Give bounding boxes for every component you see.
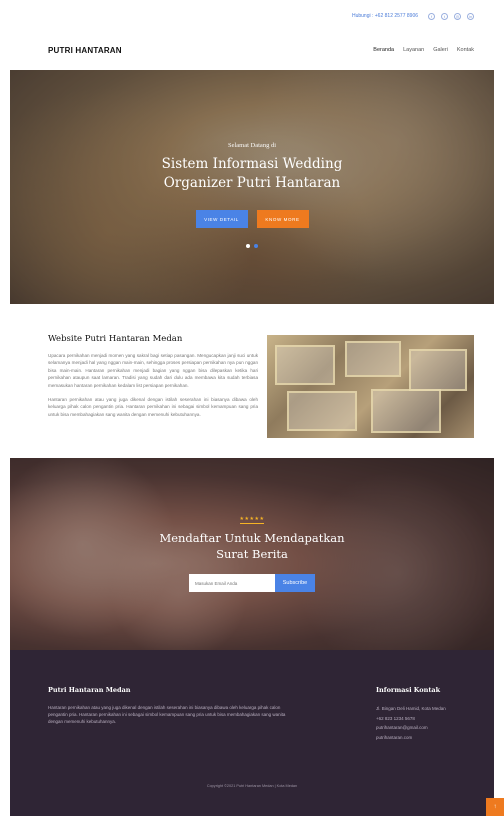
brand-logo[interactable]: PUTRI HANTARAN xyxy=(48,46,122,55)
nav-item-kontak[interactable]: Kontak xyxy=(457,47,474,53)
email-input[interactable] xyxy=(189,574,275,592)
rating-stars: ★★★★★ xyxy=(239,516,265,522)
carousel-dot-2[interactable] xyxy=(254,244,258,248)
newsletter-section: ★★★★★ Mendaftar Untuk Mendapatkan Surat … xyxy=(10,458,494,650)
about-paragraph-2: Hantaran pernikahan atau yang juga diken… xyxy=(48,397,258,417)
contact-list: Jl. Bingan Deli Hamid, Kota Medan +62 82… xyxy=(376,704,486,742)
hero-title: Sistem Informasi Wedding Organizer Putri… xyxy=(161,156,343,191)
back-to-top-button[interactable]: ↑ xyxy=(486,798,504,816)
hero-carousel: Selamat Datang di Sistem Informasi Weddi… xyxy=(10,70,494,304)
contact-title: Informasi Kontak xyxy=(376,686,441,694)
newsletter-title: Mendaftar Untuk Mendapatkan Surat Berita xyxy=(159,531,345,561)
facebook-icon[interactable]: f xyxy=(428,12,435,20)
contact-address: Jl. Bingan Deli Hamid, Kota Medan xyxy=(376,706,446,711)
instagram-icon[interactable]: ◎ xyxy=(454,12,461,20)
nav-item-beranda[interactable]: Beranda xyxy=(373,47,394,53)
footer-title: Putri Hantaran Medan xyxy=(48,686,131,694)
main-nav: Beranda Layanan Galeri Kontak xyxy=(373,47,474,53)
linkedin-icon[interactable]: in xyxy=(467,12,474,20)
carousel-indicators xyxy=(246,244,258,248)
footer: Putri Hantaran Medan Hantaran pernikahan… xyxy=(10,650,494,816)
topbar: Hubungi : +62 812 2577 8906 f t ◎ in xyxy=(0,0,504,32)
stars-underline xyxy=(240,523,264,524)
hero-welcome: Selamat Datang di xyxy=(227,142,276,149)
carousel-dot-1[interactable] xyxy=(246,244,250,248)
about-section: Website Putri Hantaran Medan Upacara per… xyxy=(48,334,474,438)
newsletter-form: Subscribe xyxy=(189,574,315,592)
twitter-icon[interactable]: t xyxy=(441,12,448,20)
navbar: PUTRI HANTARAN Beranda Layanan Galeri Ko… xyxy=(0,32,504,68)
subscribe-button[interactable]: Subscribe xyxy=(275,574,315,592)
phone-number: Hubungi : +62 812 2577 8906 xyxy=(351,13,418,19)
hantaran-photo xyxy=(267,335,474,438)
contact-phone: +62 823 1234 5678 xyxy=(376,715,415,721)
copyright: Copyright ©2021 Putri Hantaran Medan | K… xyxy=(206,784,298,788)
view-detail-button[interactable]: View Detail xyxy=(195,210,248,228)
know-more-button[interactable]: Know More xyxy=(256,210,309,228)
nav-item-galeri[interactable]: Galeri xyxy=(433,47,448,53)
contact-website[interactable]: putrihantaran.com xyxy=(376,733,486,743)
contact-email[interactable]: putrihantaran@gmail.com xyxy=(376,723,486,733)
about-paragraph-1: Upacara pernikahan menjadi momen yang sa… xyxy=(48,353,258,388)
nav-item-layanan[interactable]: Layanan xyxy=(403,47,424,53)
footer-description: Hantaran pernikahan atau yang juga diken… xyxy=(48,705,286,724)
about-title: Website Putri Hantaran Medan xyxy=(48,334,183,344)
social-links: f t ◎ in xyxy=(428,12,474,20)
